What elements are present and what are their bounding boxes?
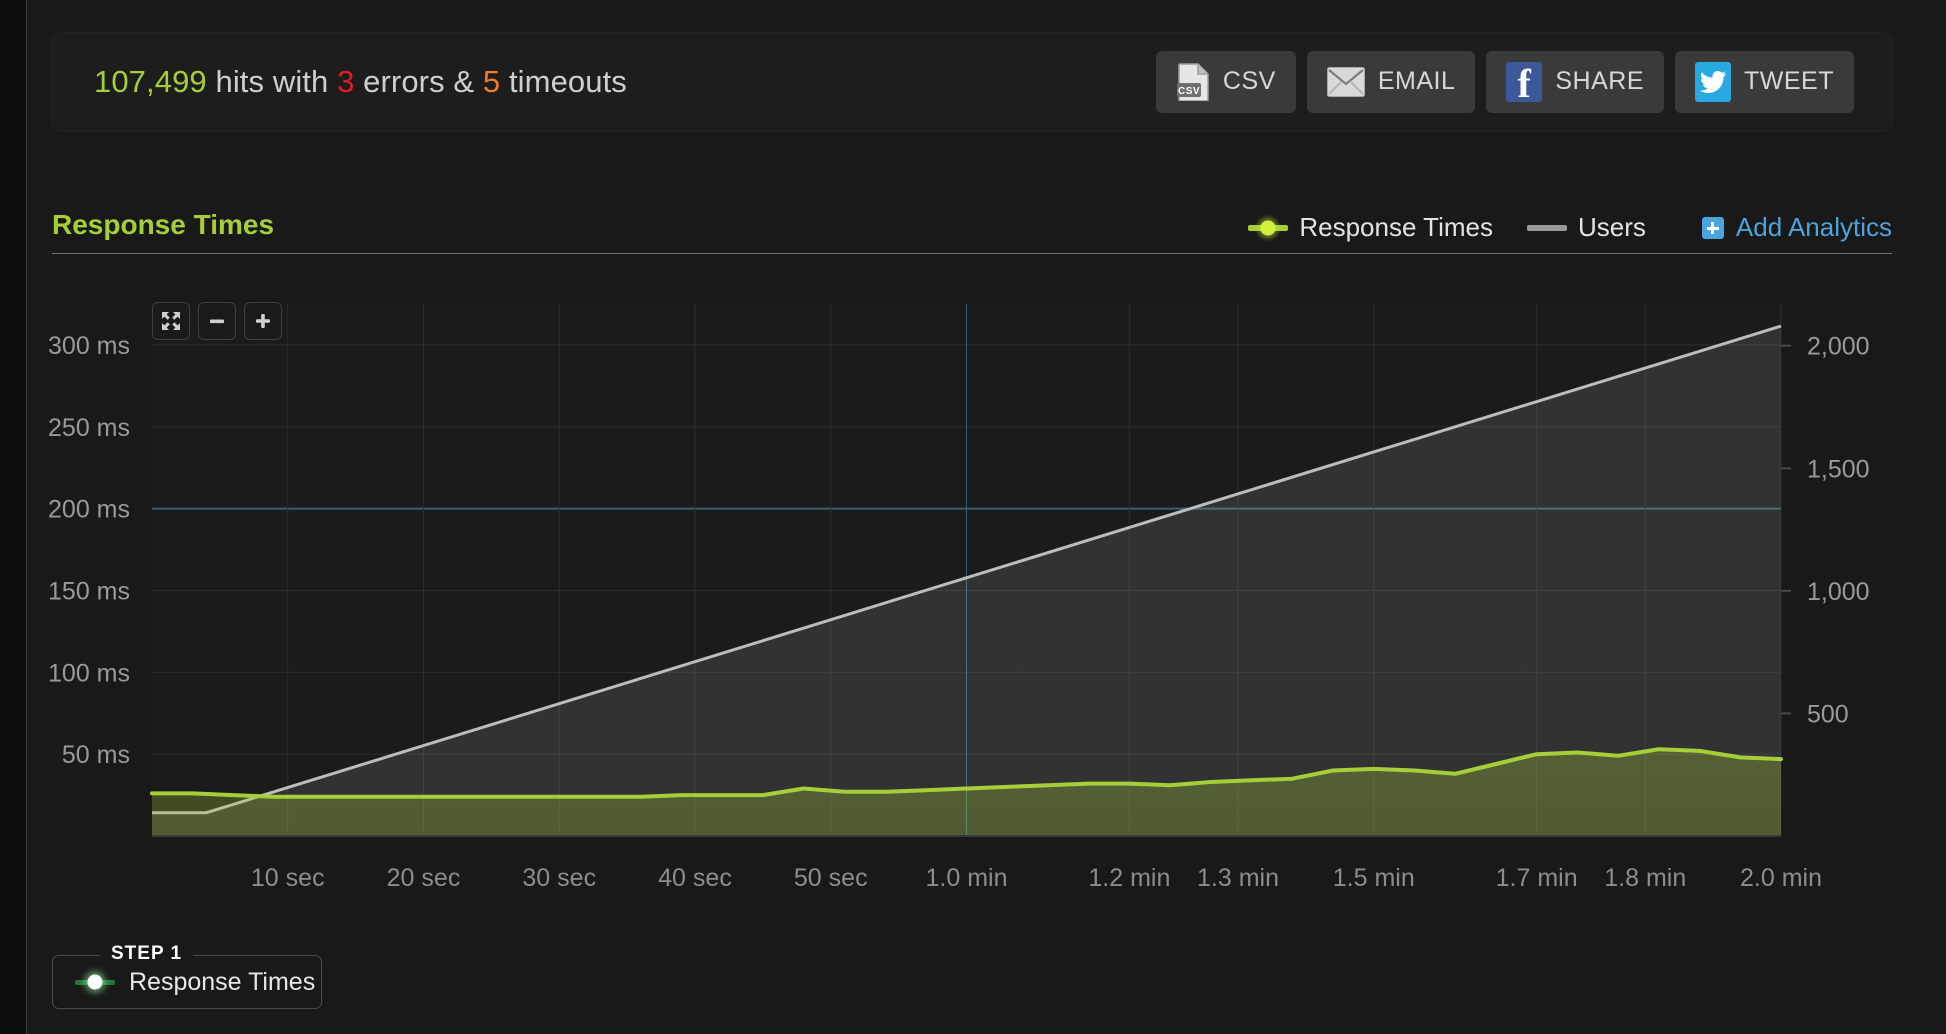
email-button[interactable]: EMAIL bbox=[1306, 51, 1476, 113]
reset-zoom-button[interactable] bbox=[152, 302, 190, 340]
csv-button[interactable]: CSV CSV bbox=[1155, 51, 1296, 113]
y2-axis-tick-label: 2,000 bbox=[1807, 333, 1870, 361]
chart-legend: Response Times Users Add Analytics bbox=[1248, 212, 1892, 243]
add-analytics-label: Add Analytics bbox=[1735, 212, 1892, 242]
x-axis-tick-label: 2.0 min bbox=[1740, 864, 1822, 892]
plus-square-icon bbox=[1701, 216, 1724, 239]
tweet-button-label: TWEET bbox=[1744, 66, 1834, 95]
step-series-swatch-icon bbox=[75, 979, 115, 985]
response-times-chart[interactable]: 50 ms 100 ms 150 ms 200 ms 250 ms 300 ms 500 1,… bbox=[27, 275, 1946, 915]
summary-tail: timeouts bbox=[500, 64, 627, 99]
tweet-button[interactable]: TWEET bbox=[1675, 51, 1854, 113]
y-axis-tick-label: 150 ms bbox=[48, 577, 130, 605]
x-axis-tick-label: 20 sec bbox=[387, 864, 461, 892]
x-axis-tick-label: 50 sec bbox=[794, 864, 868, 892]
errors-count: 3 bbox=[337, 64, 355, 99]
zoom-out-button[interactable] bbox=[198, 302, 236, 340]
y2-axis-tick-label: 500 bbox=[1807, 700, 1849, 728]
minus-icon bbox=[207, 311, 227, 331]
timeouts-count: 5 bbox=[482, 64, 501, 99]
legend-label-response-times: Response Times bbox=[1299, 212, 1493, 242]
csv-file-icon: CSV bbox=[1176, 63, 1210, 102]
chart-container: 50 ms 100 ms 150 ms 200 ms 250 ms 300 ms 500 1,… bbox=[27, 275, 1946, 915]
response-times-swatch-icon bbox=[1248, 224, 1289, 231]
hits-count: 107,499 bbox=[94, 64, 207, 99]
x-axis-tick-label: 1.3 min bbox=[1197, 864, 1279, 892]
chart-title: Response Times bbox=[52, 209, 275, 240]
x-axis-tick-label: 10 sec bbox=[251, 864, 325, 892]
x-axis-tick-label: 1.8 min bbox=[1604, 864, 1686, 892]
x-axis-tick-label: 30 sec bbox=[522, 864, 596, 892]
x-axis-tick-label: 1.2 min bbox=[1088, 864, 1170, 892]
analytics-page: 107,499 hits with 3 errors & 5 timeouts … bbox=[0, 0, 1946, 1034]
x-axis-tick-label: 40 sec bbox=[658, 864, 732, 892]
twitter-icon bbox=[1695, 62, 1731, 102]
expand-arrows-icon bbox=[161, 311, 181, 331]
csv-button-label: CSV bbox=[1222, 66, 1276, 95]
summary-mid-1: hits with bbox=[206, 64, 338, 99]
users-swatch-icon bbox=[1527, 224, 1567, 231]
facebook-icon: f bbox=[1506, 62, 1543, 102]
x-axis-tick-label: 1.7 min bbox=[1496, 864, 1578, 892]
add-analytics-button[interactable]: Add Analytics bbox=[1701, 212, 1892, 243]
y-axis-tick-label: 100 ms bbox=[48, 659, 130, 687]
svg-text:CSV: CSV bbox=[1178, 86, 1200, 97]
share-button[interactable]: f SHARE bbox=[1486, 51, 1664, 113]
step-number-label: STEP 1 bbox=[100, 943, 194, 965]
summary-mid-2: errors & bbox=[354, 64, 483, 99]
share-button-label: SHARE bbox=[1555, 66, 1644, 95]
y-axis-tick-label: 250 ms bbox=[48, 414, 130, 442]
x-axis-tick-label: 1.5 min bbox=[1333, 864, 1415, 892]
y-axis-tick-label: 200 ms bbox=[48, 496, 130, 524]
legend-label-users: Users bbox=[1578, 212, 1646, 242]
y2-axis-tick-label: 1,500 bbox=[1807, 455, 1870, 483]
envelope-icon bbox=[1326, 67, 1365, 97]
share-buttons: CSV CSV EMAIL f SHARE TWEET bbox=[1155, 51, 1854, 113]
chart-zoom-controls bbox=[152, 302, 282, 340]
legend-item-users[interactable]: Users bbox=[1527, 212, 1646, 243]
y2-axis-tick-label: 1,000 bbox=[1807, 578, 1870, 606]
y-axis-tick-label: 300 ms bbox=[48, 332, 130, 360]
page-left-gutter bbox=[0, 0, 27, 1034]
step-series-label: Response Times bbox=[129, 967, 316, 996]
plus-icon bbox=[253, 311, 273, 331]
legend-item-response-times[interactable]: Response Times bbox=[1248, 212, 1493, 243]
chart-header: Response Times Response Times Users Add … bbox=[52, 200, 1892, 254]
summary-card: 107,499 hits with 3 errors & 5 timeouts … bbox=[52, 33, 1892, 131]
zoom-in-button[interactable] bbox=[244, 302, 282, 340]
y-axis-tick-label: 50 ms bbox=[62, 741, 130, 769]
email-button-label: EMAIL bbox=[1377, 66, 1456, 95]
x-axis-tick-label: 1.0 min bbox=[926, 864, 1008, 892]
summary-text: 107,499 hits with 3 errors & 5 timeouts bbox=[94, 64, 627, 100]
